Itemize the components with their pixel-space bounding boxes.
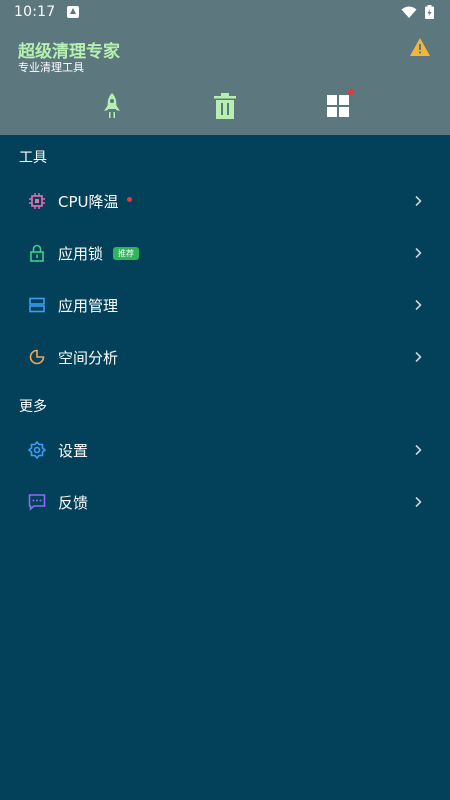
notification-badge [348,89,354,95]
app-lock-label: 应用锁 [58,244,104,263]
feedback-label: 反馈 [58,493,89,512]
app-management-label: 应用管理 [58,296,119,315]
warning-button[interactable] [409,37,431,59]
menu-item-app-management[interactable]: 应用管理 [0,279,450,331]
cpu-icon [27,191,47,211]
feedback-icon [27,492,47,512]
recommend-tag: 推荐 [113,246,140,260]
app-header: 超级清理专家 专业清理工具 [0,24,450,135]
battery-icon [425,5,434,19]
menu-item-app-lock[interactable]: 应用锁 推荐 [0,227,450,279]
new-dot [126,196,132,202]
status-time: 10:17 [14,4,56,20]
chevron-right-icon [415,247,422,259]
rocket-icon [104,93,120,118]
status-bar: 10:17 [0,0,450,24]
apps-grid-icon [327,95,349,117]
boost-button[interactable] [92,86,132,126]
app-manage-icon [27,295,47,315]
chevron-right-icon [415,351,422,363]
menu-item-settings[interactable]: 设置 [0,424,450,476]
status-indicators [401,5,434,19]
wifi-icon [401,6,417,18]
trash-icon [214,93,236,119]
quick-actions [0,86,450,126]
menu-item-cpu-cooling[interactable]: CPU降温 [0,175,450,227]
chevron-right-icon [415,299,422,311]
clean-button[interactable] [205,86,245,126]
chevron-right-icon [415,496,422,508]
notification-icon [67,6,80,18]
warning-icon [410,38,430,56]
menu-item-space-analysis[interactable]: 空间分析 [0,331,450,383]
menu-label: 应用锁 推荐 [58,243,140,264]
chevron-right-icon [415,195,422,207]
pie-chart-icon [27,347,47,367]
space-analysis-label: 空间分析 [58,348,119,367]
cpu-cooling-label: CPU降温 [58,192,119,211]
gear-icon [27,440,47,460]
menu-item-feedback[interactable]: 反馈 [0,476,450,528]
lock-icon [27,243,47,263]
chevron-right-icon [415,444,422,456]
apps-button[interactable] [318,86,358,126]
app-subtitle: 专业清理工具 [18,61,84,74]
menu-label: CPU降温 [58,191,132,212]
settings-label: 设置 [58,441,89,460]
section-title-tools: 工具 [19,150,47,166]
section-title-more: 更多 [19,399,47,415]
